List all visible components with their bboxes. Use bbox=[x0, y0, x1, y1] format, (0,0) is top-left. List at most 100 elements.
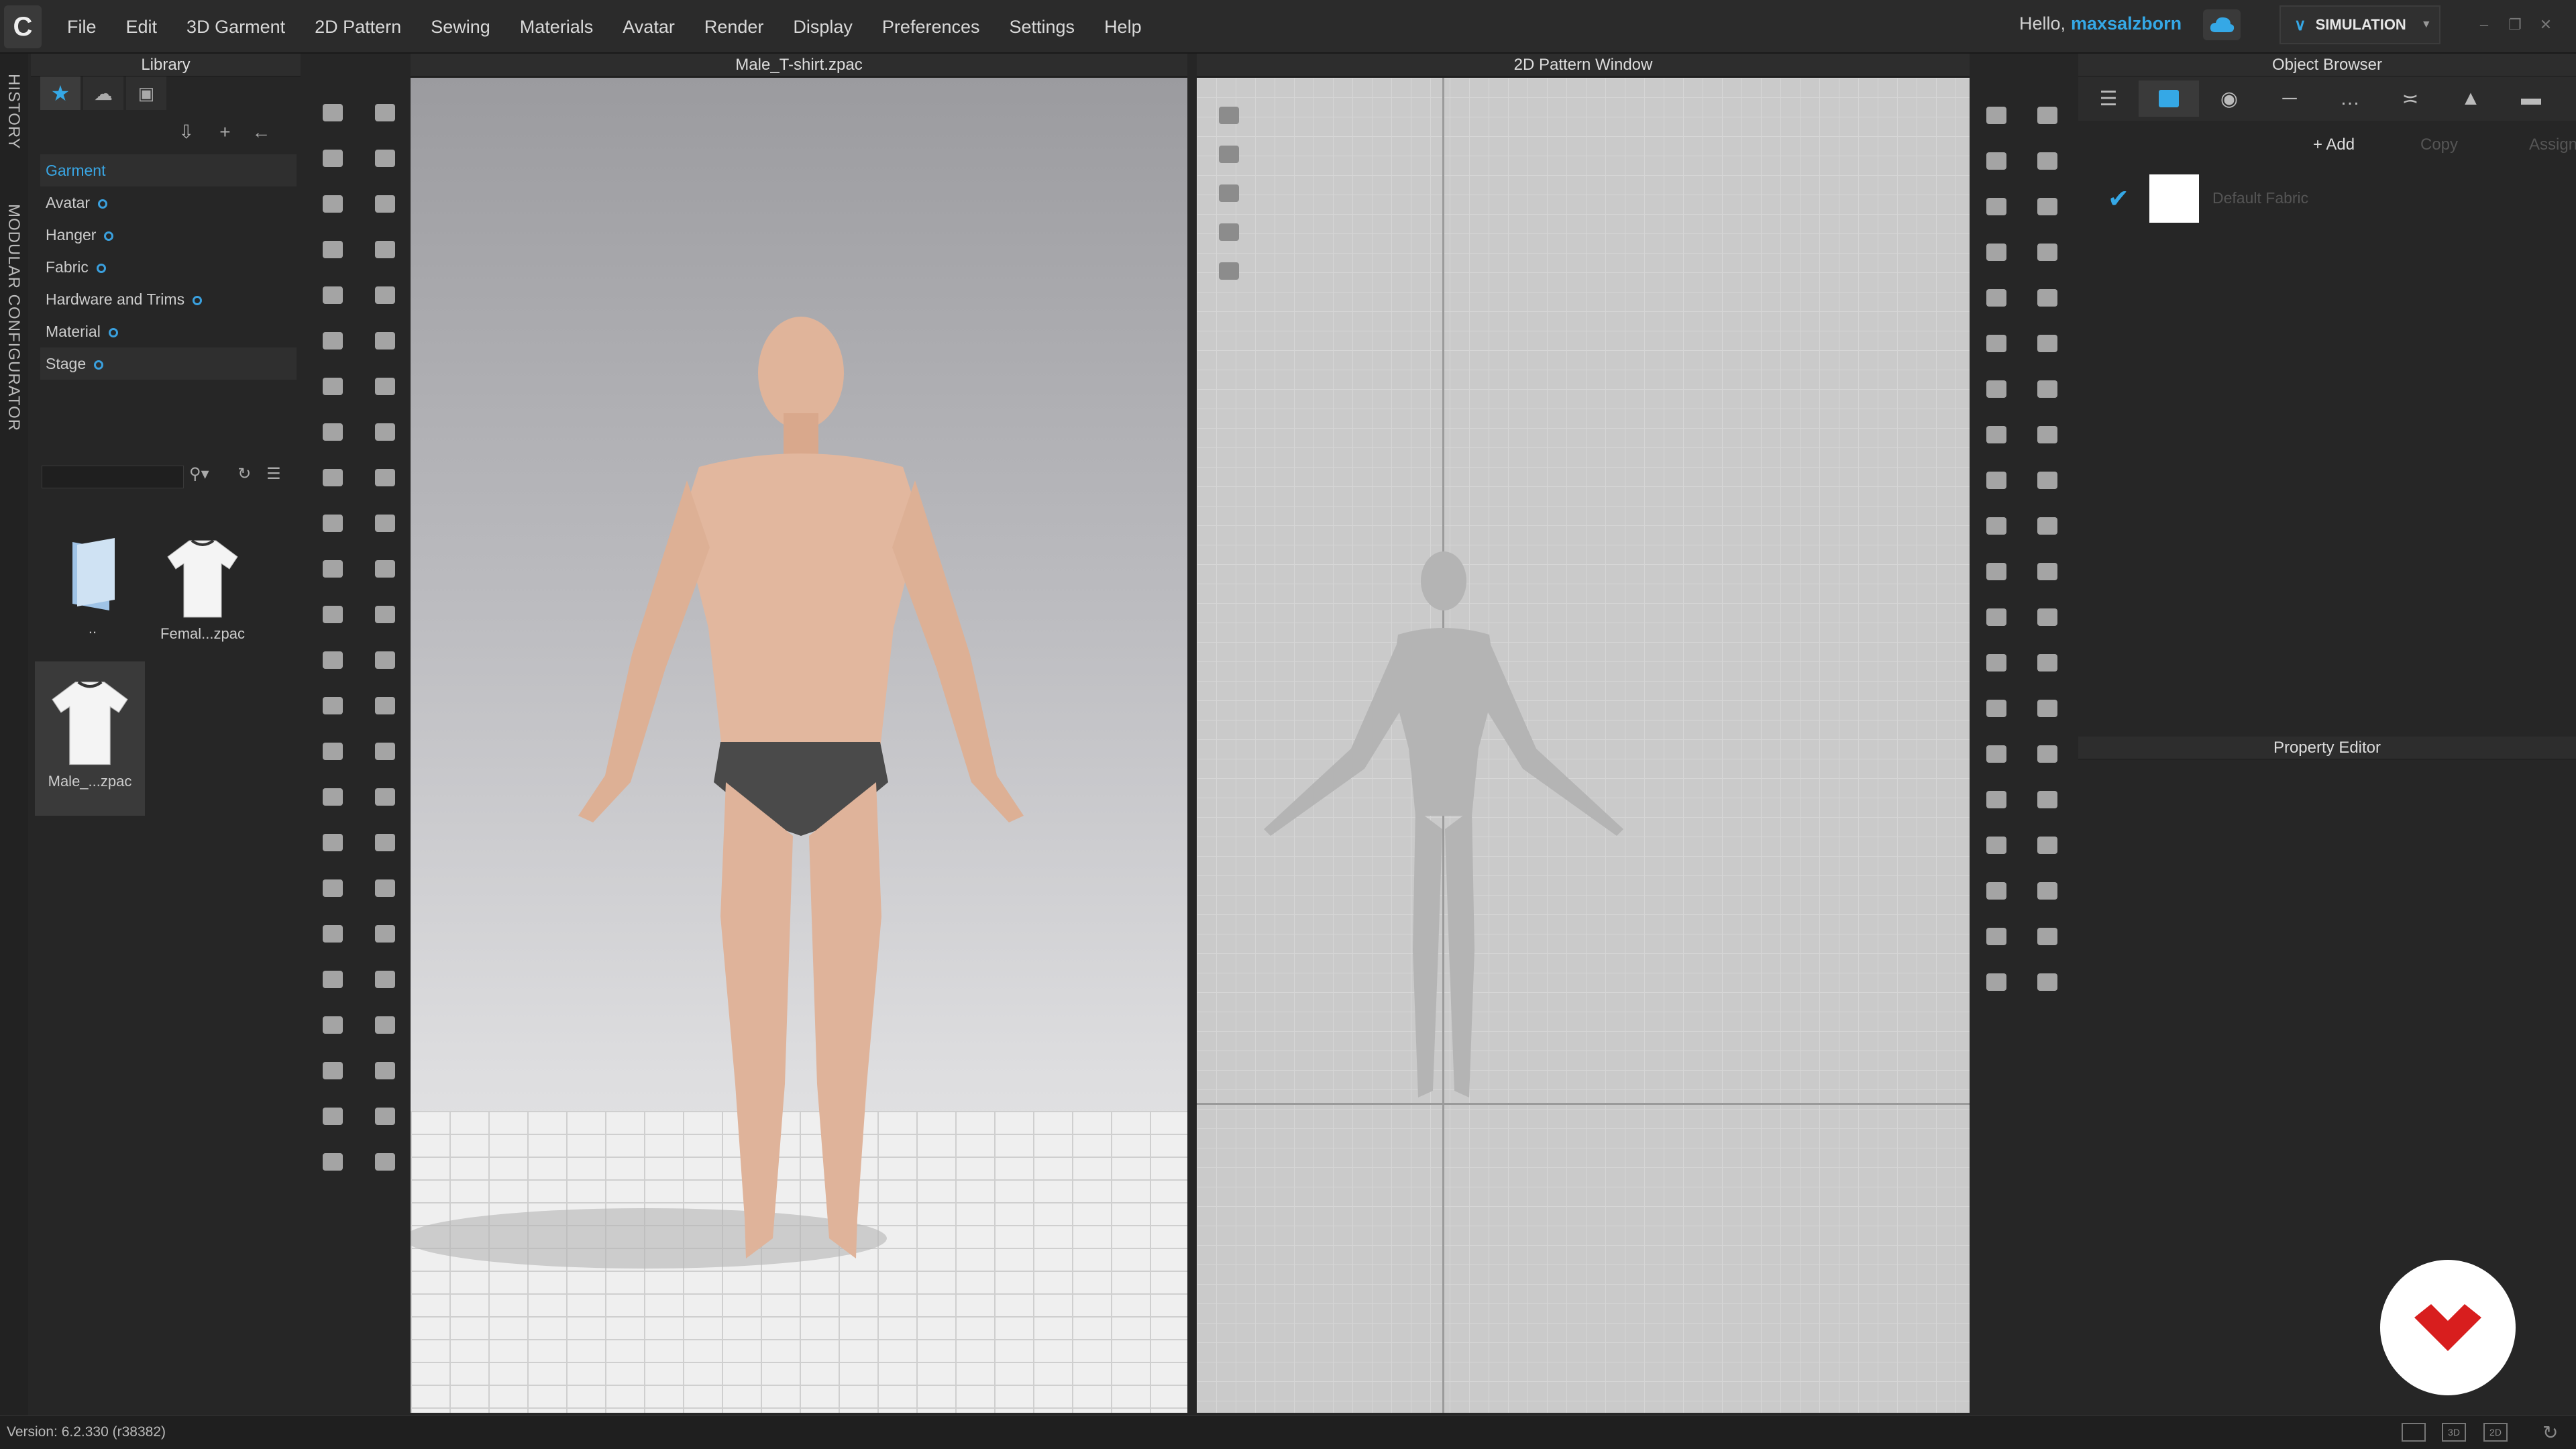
3d-garment-tool-icon[interactable] bbox=[370, 919, 400, 949]
more-icon[interactable]: ▬ bbox=[2501, 80, 2561, 117]
3d-garment-tool-icon[interactable] bbox=[370, 326, 400, 356]
menu-edit[interactable]: Edit bbox=[126, 17, 158, 38]
refresh-icon[interactable]: ↻ bbox=[237, 465, 251, 483]
2d-pattern-tool-icon[interactable] bbox=[1982, 694, 2011, 723]
2d-pattern-tool-icon[interactable] bbox=[2033, 374, 2062, 404]
3d-garment-tool-icon[interactable] bbox=[370, 1147, 400, 1177]
2d-pattern-tool-icon[interactable] bbox=[1982, 785, 2011, 814]
modular-configurator-tab[interactable]: MODULAR CONFIGURATOR bbox=[4, 204, 23, 431]
3d-garment-tool-icon[interactable] bbox=[318, 235, 347, 264]
3d-garment-tool-icon[interactable] bbox=[370, 144, 400, 173]
2d-pattern-tool-icon[interactable] bbox=[1982, 876, 2011, 906]
pattern-display-tool-icon[interactable] bbox=[1214, 178, 1244, 208]
3d-garment-tool-icon[interactable] bbox=[318, 919, 347, 949]
2d-pattern-tool-icon[interactable] bbox=[2033, 237, 2062, 267]
2d-pattern-tool-icon[interactable] bbox=[2033, 785, 2062, 814]
thumb-female-garment[interactable]: Femal...zpac bbox=[148, 527, 258, 679]
2d-pattern-tool-icon[interactable] bbox=[2033, 967, 2062, 997]
3d-garment-tool-icon[interactable] bbox=[370, 737, 400, 766]
button-icon[interactable]: ◉ bbox=[2199, 80, 2259, 117]
app-logo[interactable]: C bbox=[4, 5, 42, 48]
2d-pattern-tool-icon[interactable] bbox=[1982, 466, 2011, 495]
menu-settings[interactable]: Settings bbox=[1010, 17, 1075, 38]
3d-garment-tool-icon[interactable] bbox=[318, 782, 347, 812]
2d-pattern-tool-icon[interactable] bbox=[1982, 967, 2011, 997]
2d-pattern-tool-icon[interactable] bbox=[1982, 511, 2011, 541]
3d-garment-tool-icon[interactable] bbox=[370, 280, 400, 310]
2d-pattern-tool-icon[interactable] bbox=[1982, 101, 2011, 130]
trim-icon[interactable]: ▲ bbox=[2440, 80, 2501, 117]
2d-pattern-tool-icon[interactable] bbox=[1982, 830, 2011, 860]
username-link[interactable]: maxsalzborn bbox=[2071, 13, 2182, 34]
3d-garment-tool-icon[interactable] bbox=[318, 1056, 347, 1085]
3d-garment-tool-icon[interactable] bbox=[370, 235, 400, 264]
2d-pattern-tool-icon[interactable] bbox=[2033, 739, 2062, 769]
2d-pattern-tool-icon[interactable] bbox=[2033, 557, 2062, 586]
2d-pattern-tool-icon[interactable] bbox=[1982, 739, 2011, 769]
2d-pattern-tool-icon[interactable] bbox=[2033, 101, 2062, 130]
download-icon[interactable]: ⇩ bbox=[178, 121, 194, 142]
menu-preferences[interactable]: Preferences bbox=[882, 17, 980, 38]
pattern-display-tool-icon[interactable] bbox=[1214, 217, 1244, 247]
2d-pattern-tool-icon[interactable] bbox=[1982, 374, 2011, 404]
favorites-star-icon[interactable]: ★ bbox=[40, 76, 80, 110]
pattern-display-tool-icon[interactable] bbox=[1214, 256, 1244, 286]
2d-pattern-tool-icon[interactable] bbox=[2033, 192, 2062, 221]
fabric-row[interactable]: ✔ Default Fabric bbox=[2078, 168, 2576, 225]
menu-materials[interactable]: Materials bbox=[520, 17, 594, 38]
pattern-display-tool-icon[interactable] bbox=[1214, 101, 1244, 130]
topstitch-icon[interactable]: … bbox=[2320, 80, 2380, 117]
assign-fabric-button[interactable]: Assign bbox=[2529, 131, 2576, 158]
history-tab[interactable]: HISTORY bbox=[4, 74, 23, 150]
menu-3d-garment[interactable]: 3D Garment bbox=[186, 17, 285, 38]
3d-garment-tool-icon[interactable] bbox=[370, 782, 400, 812]
3d-garment-tool-icon[interactable] bbox=[370, 417, 400, 447]
back-arrow-icon[interactable]: ← bbox=[252, 121, 270, 142]
3d-garment-tool-icon[interactable] bbox=[370, 873, 400, 903]
3d-garment-tool-icon[interactable] bbox=[318, 189, 347, 219]
3d-garment-tool-icon[interactable] bbox=[370, 98, 400, 127]
tree-item-hardware-trims[interactable]: Hardware and Trims bbox=[40, 283, 297, 315]
2d-pattern-tool-icon[interactable] bbox=[1982, 922, 2011, 951]
layout-single-icon[interactable] bbox=[2402, 1423, 2426, 1442]
pattern-display-tool-icon[interactable] bbox=[1214, 140, 1244, 169]
2d-pattern-tool-icon[interactable] bbox=[2033, 876, 2062, 906]
thumb-male-garment[interactable]: Male_...zpac bbox=[35, 661, 145, 816]
tree-item-hanger[interactable]: Hanger bbox=[40, 219, 297, 251]
2d-pattern-tool-icon[interactable] bbox=[1982, 648, 2011, 678]
menu-avatar[interactable]: Avatar bbox=[623, 17, 675, 38]
add-fabric-button[interactable]: + Add bbox=[2313, 131, 2380, 158]
3d-garment-tool-icon[interactable] bbox=[318, 372, 347, 401]
2d-pattern-tool-icon[interactable] bbox=[2033, 146, 2062, 176]
2d-pattern-tool-icon[interactable] bbox=[1982, 420, 2011, 449]
2d-pattern-tool-icon[interactable] bbox=[1982, 283, 2011, 313]
3d-garment-tool-icon[interactable] bbox=[318, 98, 347, 127]
2d-pattern-tool-icon[interactable] bbox=[2033, 602, 2062, 632]
2d-pattern-tool-icon[interactable] bbox=[1982, 602, 2011, 632]
3d-garment-tool-icon[interactable] bbox=[318, 1102, 347, 1131]
3d-garment-tool-icon[interactable] bbox=[370, 600, 400, 629]
2d-pattern-tool-icon[interactable] bbox=[2033, 466, 2062, 495]
3d-garment-tool-icon[interactable] bbox=[318, 1147, 347, 1177]
layout-3d-icon[interactable]: 3D bbox=[2442, 1423, 2466, 1442]
cloud-library-icon[interactable]: ☁ bbox=[83, 76, 123, 110]
3d-garment-tool-icon[interactable] bbox=[318, 508, 347, 538]
3d-garment-tool-icon[interactable] bbox=[370, 965, 400, 994]
menu-2d-pattern[interactable]: 2D Pattern bbox=[315, 17, 401, 38]
3d-garment-tool-icon[interactable] bbox=[318, 554, 347, 584]
3d-garment-tool-icon[interactable] bbox=[370, 828, 400, 857]
3d-garment-tool-icon[interactable] bbox=[318, 691, 347, 720]
3d-garment-tool-icon[interactable] bbox=[370, 508, 400, 538]
3d-garment-tool-icon[interactable] bbox=[318, 600, 347, 629]
2d-pattern-tool-icon[interactable] bbox=[1982, 557, 2011, 586]
menu-sewing[interactable]: Sewing bbox=[431, 17, 490, 38]
layout-2d-icon[interactable]: 2D bbox=[2483, 1423, 2508, 1442]
close-icon[interactable]: ✕ bbox=[2537, 16, 2555, 34]
3d-garment-tool-icon[interactable] bbox=[318, 645, 347, 675]
refresh-icon[interactable]: ↻ bbox=[2542, 1421, 2558, 1444]
minimize-icon[interactable]: – bbox=[2475, 16, 2493, 34]
fabric-icon[interactable] bbox=[2139, 80, 2199, 117]
2d-pattern-tool-icon[interactable] bbox=[1982, 146, 2011, 176]
2d-pattern-tool-icon[interactable] bbox=[2033, 830, 2062, 860]
list-view-icon[interactable]: ☰ bbox=[266, 465, 281, 483]
